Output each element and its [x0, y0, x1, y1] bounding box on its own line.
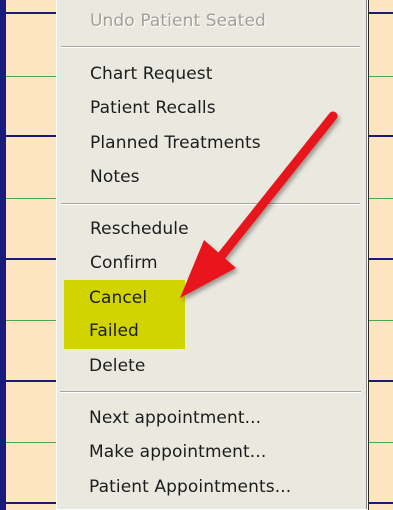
schedule-grid-line: [6, 320, 56, 321]
schedule-column-left[interactable]: [0, 0, 56, 510]
menu-item-reschedule[interactable]: Reschedule: [90, 218, 189, 240]
menu-item-delete[interactable]: Delete: [89, 355, 145, 377]
schedule-grid-line: [369, 12, 393, 14]
menu-item-undo-patient-seated: Undo Patient Seated: [90, 11, 266, 31]
schedule-grid-line: [6, 380, 56, 382]
menu-item-confirm[interactable]: Confirm: [90, 252, 158, 274]
menu-item-cancel[interactable]: Cancel: [89, 287, 147, 309]
schedule-grid-line: [6, 12, 56, 14]
schedule-grid-line: [369, 320, 393, 321]
menu-item-patient-recalls[interactable]: Patient Recalls: [90, 97, 216, 119]
schedule-grid-line: [369, 76, 393, 77]
schedule-grid-line: [6, 258, 56, 260]
schedule-grid-line: [369, 135, 393, 137]
schedule-grid-line: [369, 198, 393, 199]
context-menu: Undo Patient Seated Chart Request Patien…: [56, 0, 367, 509]
schedule-grid-line: [6, 442, 56, 443]
menu-item-next-appointment[interactable]: Next appointment...: [89, 407, 261, 429]
schedule-grid-line: [369, 442, 393, 443]
menu-separator: [60, 391, 361, 393]
schedule-grid-line: [369, 502, 393, 504]
schedule-column-right[interactable]: [368, 0, 393, 510]
menu-item-notes[interactable]: Notes: [90, 166, 140, 188]
schedule-grid-line: [6, 502, 56, 504]
menu-separator: [61, 46, 360, 48]
schedule-grid-line: [6, 198, 56, 199]
menu-item-failed[interactable]: Failed: [89, 320, 139, 342]
schedule-grid-line: [6, 76, 56, 77]
schedule-grid-line: [6, 135, 56, 137]
menu-item-make-appointment[interactable]: Make appointment...: [89, 441, 266, 463]
menu-item-patient-appointments[interactable]: Patient Appointments...: [89, 476, 291, 498]
menu-item-chart-request[interactable]: Chart Request: [90, 63, 212, 85]
schedule-grid-line: [369, 380, 393, 382]
schedule-grid-line: [369, 258, 393, 260]
menu-separator: [61, 203, 360, 205]
menu-item-planned-treatments[interactable]: Planned Treatments: [90, 132, 261, 154]
